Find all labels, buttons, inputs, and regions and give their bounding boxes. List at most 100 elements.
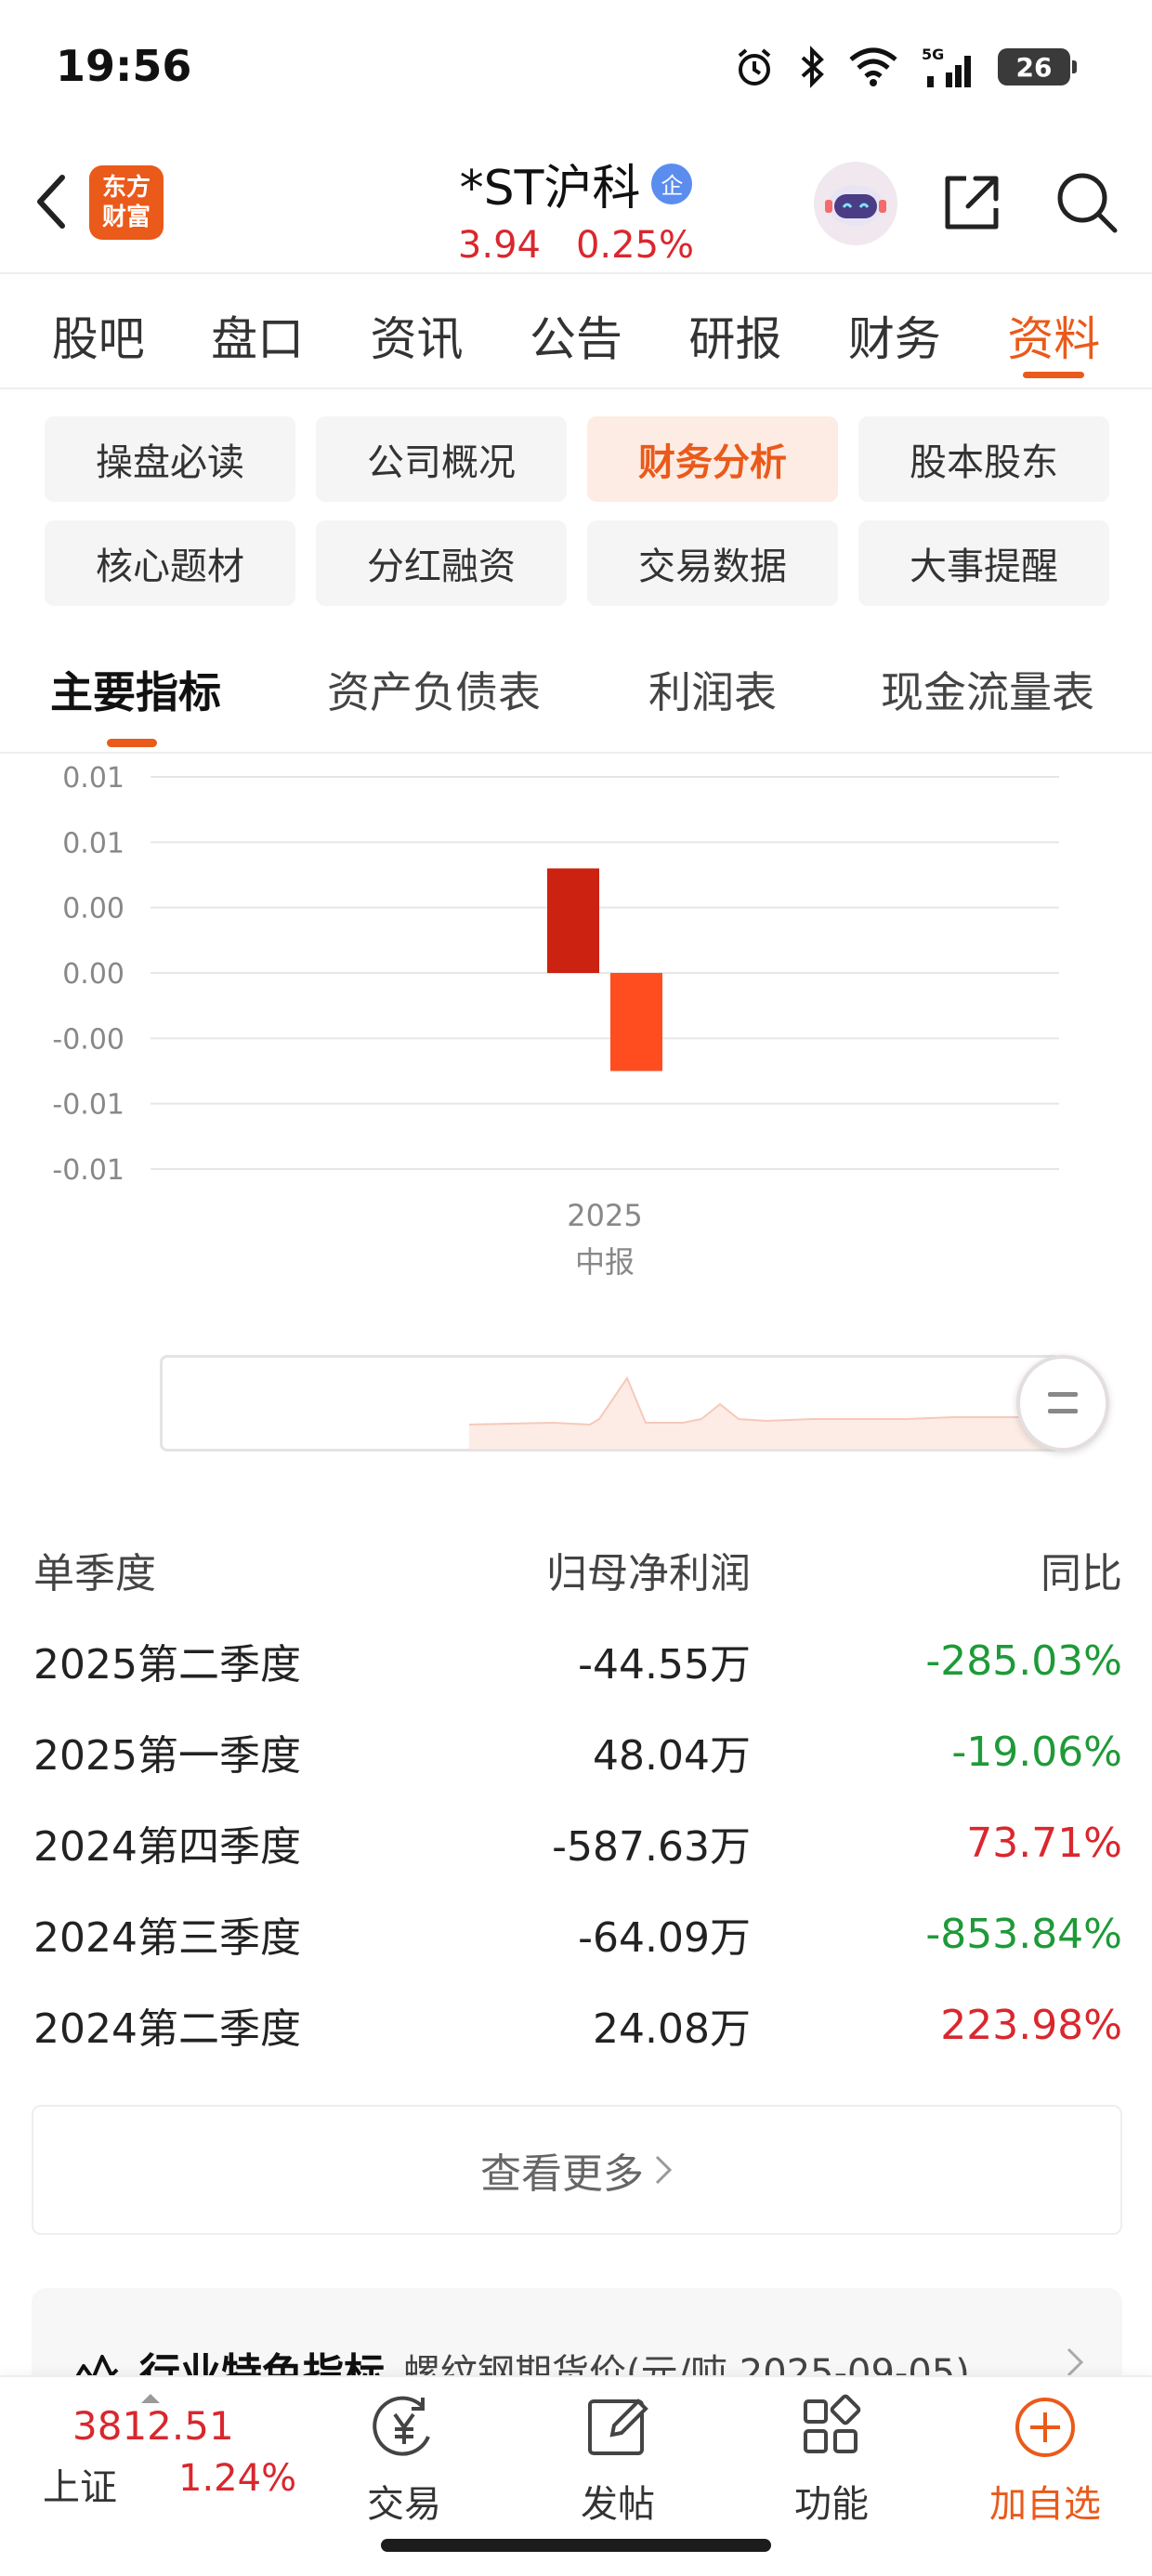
row-profit: -587.63万 [552,1823,751,1871]
index-value: 3812.51 [72,2403,234,2449]
x-tick-label-year: 2025 [567,1198,642,1233]
stock-name-row: *ST沪科 企 [460,149,693,218]
nav-trade-label: 交易 [367,2483,441,2526]
subtab-event-reminders[interactable]: 大事提醒 [858,520,1109,606]
row-period: 2025第二季度 [33,1641,301,1689]
home-indicator[interactable] [381,2539,771,2552]
tab-profile[interactable]: 资料 [975,276,1132,388]
index-change: 1.24% [178,2457,297,2500]
tab-guba[interactable]: 股吧 [20,276,177,388]
section-tabs: 主要指标 资产负债表 利润表 现金流量表 [0,637,1152,754]
tab-research[interactable]: 研报 [657,276,813,388]
row-profit: -44.55万 [578,1641,751,1689]
tab-announcements[interactable]: 公告 [498,276,654,388]
row-period: 2024第二季度 [33,2005,301,2053]
stock-price: 3.94 [457,224,541,267]
nav-post-label: 发帖 [581,2483,655,2526]
table-row: 2024第二季度 24.08万 223.98% [33,1979,1122,2070]
profit-chart: 0.01 0.01 0.00 0.00 -0.00 -0.01 -0.01 2025 中报 [0,755,1152,1312]
row-period: 2025第一季度 [33,1732,301,1780]
chevron-right-icon [1067,2347,1084,2377]
nav-functions-label: 功能 [794,2483,869,2526]
wifi-icon [847,44,899,90]
assistant-robot-icon[interactable] [814,162,897,245]
y-tick-label: -0.00 [52,1023,124,1056]
bottom-nav-bar: 3812.51 上证 1.24% 交易 发帖 功能 加自选 [0,2375,1152,2526]
alarm-icon [732,44,777,90]
row-period: 2024第四季度 [33,1823,301,1871]
nav-functions[interactable]: 功能 [757,2390,906,2528]
table-row: 2025第二季度 -44.55万 -285.03% [33,1615,1122,1706]
index-name: 上证 [43,2466,117,2509]
subtab-dividends[interactable]: 分红融资 [316,520,567,606]
status-bar: 19:56 5G 26 [0,0,1152,139]
main-tabs: 股吧 盘口 资讯 公告 研报 财务 资料 [0,276,1152,389]
subtab-shareholders[interactable]: 股本股东 [858,416,1109,502]
chevron-right-icon [655,2155,673,2185]
nav-trade[interactable]: 交易 [330,2390,478,2528]
drag-handle-icon [1048,1392,1078,1413]
tab-news[interactable]: 资讯 [339,276,495,388]
row-yoy: -853.84% [925,1910,1122,1958]
row-profit: 48.04万 [593,1732,751,1780]
y-tick-label: -0.01 [52,1089,124,1122]
signal-icon: 5G [920,44,977,90]
trade-yuan-icon [330,2390,478,2464]
table-row: 2024第三季度 -64.09万 -853.84% [33,1888,1122,1979]
bluetooth-icon [797,44,827,90]
tab-pankou[interactable]: 盘口 [179,276,335,388]
chart-range-slider[interactable] [160,1355,1061,1452]
tab-finance[interactable]: 财务 [817,276,973,388]
y-tick-label: 0.00 [62,893,124,926]
header-yoy: 同比 [1041,1550,1122,1597]
y-tick-label: 0.01 [62,762,124,795]
function-grid-icon [757,2390,906,2464]
y-tick-label: -0.01 [52,1154,124,1187]
chart-bar-2 [610,973,662,1071]
view-more-button[interactable]: 查看更多 [32,2105,1122,2235]
x-tick-label-period: 中报 [575,1244,635,1280]
stock-header: 东方 财富 *ST沪科 企 3.94 0.25% [0,139,1152,274]
status-time: 19:56 [56,41,192,91]
chart-bar-1 [547,868,599,973]
battery-icon: 26 [998,48,1077,85]
add-watchlist-icon [971,2390,1119,2464]
stock-name: *ST沪科 [459,161,641,217]
subtab-trading-essentials[interactable]: 操盘必读 [45,416,295,502]
nav-add-watchlist[interactable]: 加自选 [971,2390,1119,2528]
row-profit: -64.09万 [578,1914,751,1962]
stock-change-pct: 0.25% [575,224,695,267]
profit-chart-svg: 0.01 0.01 0.00 0.00 -0.00 -0.01 -0.01 2025 中报 [52,762,1059,1280]
row-yoy: -19.06% [951,1728,1122,1776]
y-tick-label: 0.00 [62,958,124,991]
header-net-profit: 归母净利润 [546,1550,751,1597]
search-icon[interactable] [1050,165,1124,240]
status-icons: 5G 26 [732,41,1077,93]
range-slider-handle[interactable] [1016,1355,1109,1452]
subtab-company-overview[interactable]: 公司概况 [316,416,567,502]
nav-add-watchlist-label: 加自选 [989,2483,1101,2526]
post-edit-icon [543,2390,692,2464]
y-tick-label: 0.01 [62,827,124,860]
range-preview-sparkline [468,1375,1045,1449]
row-yoy: -285.03% [925,1636,1122,1685]
section-tab-balance-sheet[interactable]: 资产负债表 [327,659,541,720]
quarterly-profit-table: 单季度 归母净利润 同比 2025第二季度 -44.55万 -285.03% 2… [33,1524,1122,2070]
network-label: 5G [922,46,944,63]
subtab-trading-data[interactable]: 交易数据 [587,520,838,606]
section-tab-key-indicators[interactable]: 主要指标 [50,659,221,720]
table-row: 2024第四季度 -587.63万 73.71% [33,1797,1122,1888]
view-more-label: 查看更多 [480,2150,644,2198]
section-tab-cash-flow[interactable]: 现金流量表 [881,659,1094,720]
index-up-arrow-icon [141,2394,160,2403]
row-profit: 24.08万 [593,2005,751,2053]
share-icon[interactable] [935,165,1009,240]
nav-post[interactable]: 发帖 [543,2390,692,2528]
row-yoy: 223.98% [940,2001,1122,2049]
subtab-financial-analysis[interactable]: 财务分析 [587,416,838,502]
subtab-core-themes[interactable]: 核心题材 [45,520,295,606]
section-tab-income-statement[interactable]: 利润表 [648,659,777,720]
row-period: 2024第三季度 [33,1914,301,1962]
section-tab-indicator [107,739,157,747]
table-row: 2025第一季度 48.04万 -19.06% [33,1706,1122,1797]
